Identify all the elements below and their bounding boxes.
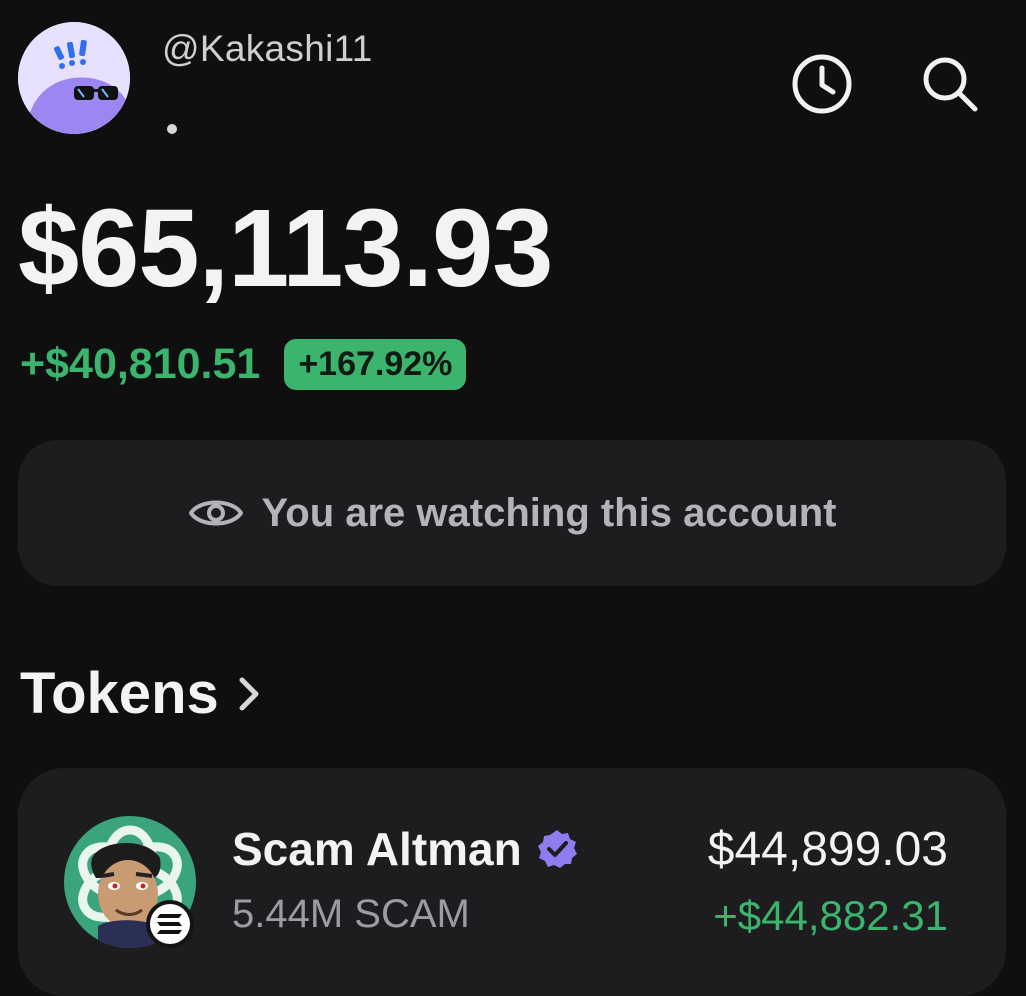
token-amount: 5.44M SCAM xyxy=(232,892,470,936)
watching-banner: You are watching this account xyxy=(18,440,1006,586)
chevron-right-icon xyxy=(239,677,259,710)
clock-icon xyxy=(792,54,852,114)
solana-chain-icon xyxy=(157,914,182,934)
search-button[interactable] xyxy=(914,48,986,120)
eye-icon xyxy=(188,500,243,526)
portfolio-balance: $65,113.93 xyxy=(18,187,553,310)
change-percent-badge: +167.92% xyxy=(284,338,467,390)
tokens-section-header[interactable]: Tokens xyxy=(20,660,261,727)
ghost-sunglasses-avatar-icon xyxy=(18,22,130,134)
token-name: Scam Altman xyxy=(232,823,522,875)
portfolio-change: +$40,810.51 +167.92% xyxy=(20,336,467,392)
token-name-row: Scam Altman xyxy=(232,822,578,876)
token-row[interactable]: Scam Altman 5.44M SCAM $44,899.03 +$44,8… xyxy=(18,768,1006,996)
profile-avatar[interactable] xyxy=(18,22,130,134)
scam-altman-token-logo-icon xyxy=(64,816,196,948)
search-icon xyxy=(923,57,978,112)
watching-text: You are watching this account xyxy=(261,490,837,535)
history-button[interactable] xyxy=(786,48,858,120)
verified-badge-icon xyxy=(537,830,577,868)
tokens-title: Tokens xyxy=(20,661,219,726)
token-value: $44,899.03 xyxy=(707,823,948,876)
token-change: +$44,882.31 xyxy=(713,892,948,939)
token-logo xyxy=(62,814,198,950)
profile-handle[interactable]: @Kakashi11 xyxy=(162,28,373,70)
change-value: +$40,810.51 xyxy=(20,339,261,388)
status-dot xyxy=(167,124,177,134)
